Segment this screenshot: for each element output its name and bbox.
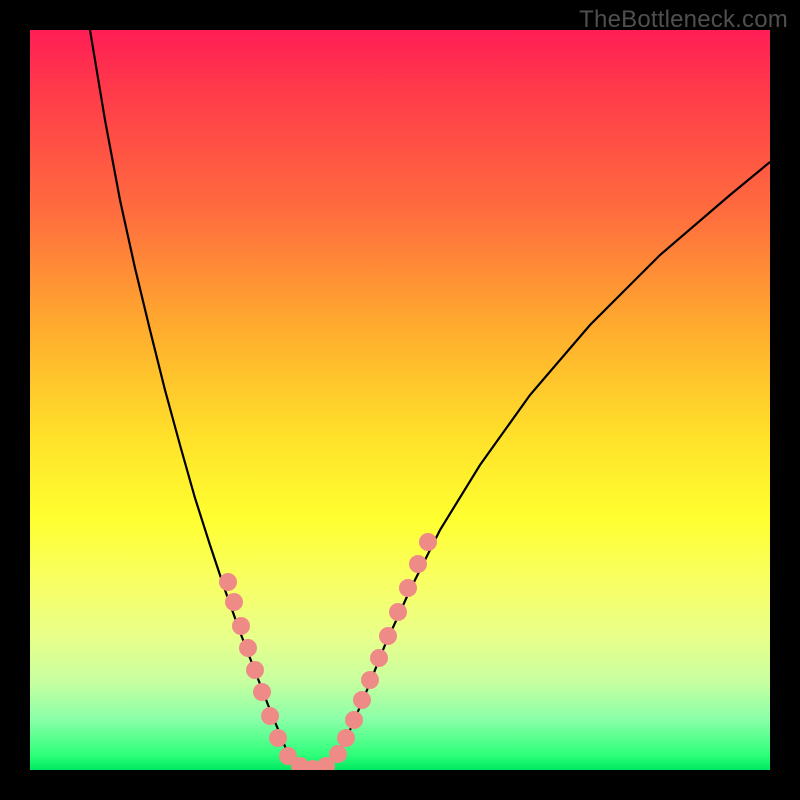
data-marker (361, 671, 379, 689)
curve-group (90, 30, 770, 768)
data-marker (409, 555, 427, 573)
data-marker (419, 533, 437, 551)
data-marker (232, 617, 250, 635)
data-marker (219, 573, 237, 591)
bottleneck-curve (90, 30, 770, 768)
data-marker (329, 745, 347, 763)
data-marker (389, 603, 407, 621)
data-marker (253, 683, 271, 701)
chart-svg (30, 30, 770, 770)
plot-area (30, 30, 770, 770)
watermark-text: TheBottleneck.com (579, 6, 788, 34)
marker-group (219, 533, 437, 770)
data-marker (269, 729, 287, 747)
data-marker (345, 711, 363, 729)
data-marker (261, 707, 279, 725)
data-marker (239, 639, 257, 657)
chart-frame: TheBottleneck.com (0, 0, 800, 800)
data-marker (225, 593, 243, 611)
data-marker (379, 627, 397, 645)
data-marker (246, 661, 264, 679)
data-marker (353, 691, 371, 709)
data-marker (399, 579, 417, 597)
data-marker (337, 729, 355, 747)
data-marker (370, 649, 388, 667)
